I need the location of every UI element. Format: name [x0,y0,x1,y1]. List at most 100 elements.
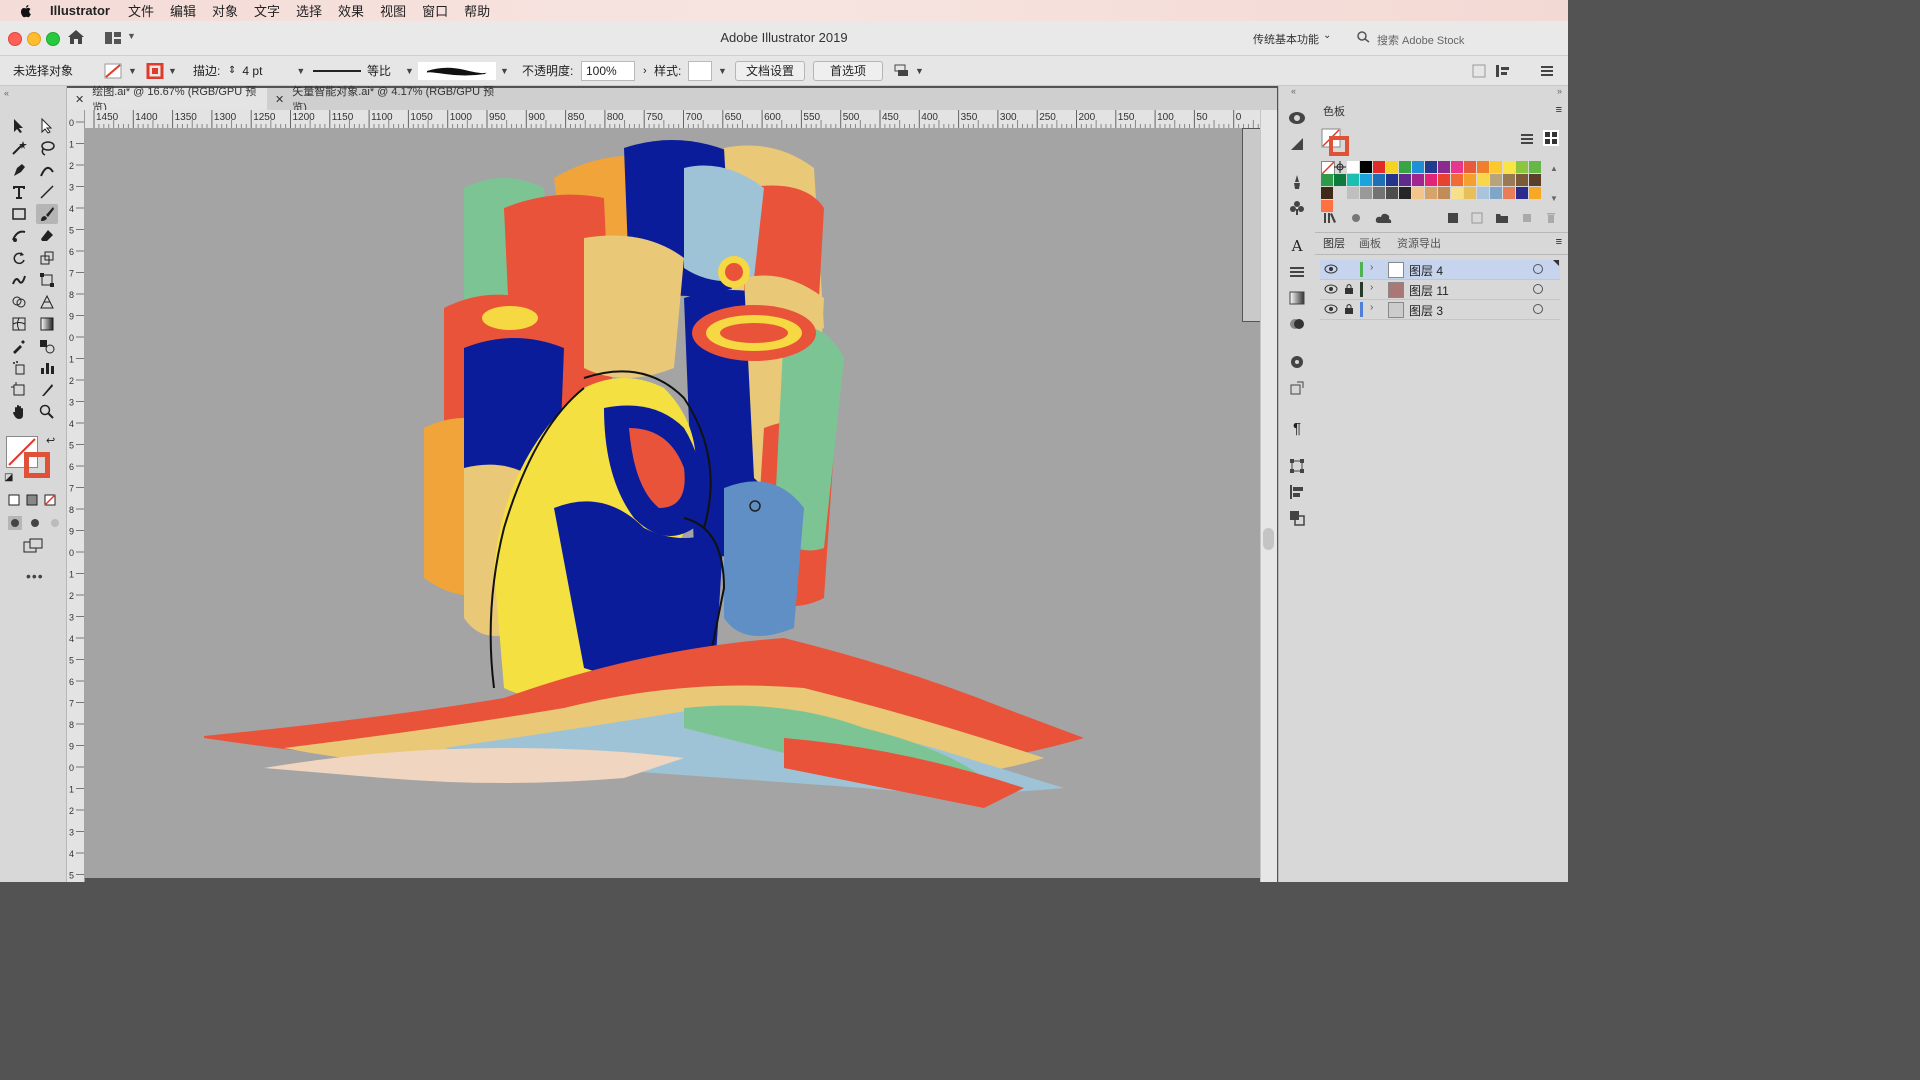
color-group-icon[interactable] [1471,212,1483,224]
color-guide-icon[interactable] [1287,352,1307,372]
rectangle-tool-icon[interactable] [8,204,30,224]
panel-menu-icon[interactable] [1540,65,1554,77]
collapse-icon[interactable]: « [1291,86,1296,96]
layer-name[interactable]: 图层 4 [1409,262,1443,279]
color-swatch[interactable] [1529,187,1541,199]
tab-asset-export[interactable]: 资源导出 [1397,232,1441,254]
default-fill-stroke-icon[interactable]: ◪ [4,472,13,483]
color-swatch[interactable] [1412,187,1424,199]
chevron-right-icon[interactable]: › [1370,262,1373,273]
color-swatch[interactable] [1425,161,1437,173]
chevron-right-icon[interactable]: › [1370,282,1373,293]
layer-name[interactable]: 图层 3 [1409,302,1443,319]
perspective-grid-tool-icon[interactable] [36,292,58,312]
color-swatch[interactable] [1516,174,1528,186]
stroke-box[interactable] [24,452,50,478]
menu-view[interactable]: 视图 [380,1,406,20]
color-swatch[interactable] [1399,174,1411,186]
tab-swatches[interactable]: 色板 [1323,100,1345,122]
paintbrush-tool-icon[interactable] [36,204,58,224]
menu-edit[interactable]: 编辑 [170,1,196,20]
layer-row[interactable]: › 图层 11 [1320,280,1560,300]
selection-tool-icon[interactable] [8,116,30,136]
color-swatch[interactable] [1464,187,1476,199]
brush-definition[interactable]: ▼ [418,56,509,85]
color-swatch[interactable] [1360,174,1372,186]
draw-behind-icon[interactable] [28,516,42,530]
color-swatch[interactable] [1451,187,1463,199]
color-swatch[interactable] [1425,174,1437,186]
transparency-icon[interactable] [1287,314,1307,334]
color-swatch[interactable] [1347,161,1359,173]
color-swatch[interactable] [1490,174,1502,186]
character-icon[interactable]: A [1287,236,1307,256]
color-swatch[interactable] [1347,174,1359,186]
more-tools-icon[interactable]: ••• [26,568,44,584]
color-swatch[interactable] [1399,161,1411,173]
vertical-ruler[interactable]: 0 1 2 3 4 5 6 7 8 9 0 1 2 3 4 5 6 7 8 9 0 1 2 3 4 5 6 7 8 9 0 1 2 3 4 5 [67,110,85,882]
type-tool-icon[interactable] [8,182,30,202]
chevron-down-icon[interactable]: ▼ [296,66,305,76]
direct-selection-tool-icon[interactable] [36,116,58,136]
color-swatch[interactable] [1360,187,1372,199]
color-swatch[interactable] [1334,174,1346,186]
menu-select[interactable]: 选择 [296,1,322,20]
scroll-up-icon[interactable]: ▲ [1550,164,1558,173]
color-swatch[interactable] [1516,161,1528,173]
gradient-icon[interactable] [26,494,38,506]
align-panel-icon[interactable] [1287,482,1307,502]
layer-target-icon[interactable] [1533,304,1543,314]
isolate-icon[interactable] [1472,64,1486,78]
color-swatch[interactable] [1321,174,1333,186]
list-view-icon[interactable] [1520,132,1534,146]
tab-drawing[interactable]: ✕ 绘图.ai* @ 16.67% (RGB/GPU 预览) [67,86,267,114]
color-swatch[interactable] [1490,187,1502,199]
artboard-canvas[interactable] [84,128,1260,878]
stroke-panel-icon[interactable] [1287,262,1307,282]
swatch-options-icon[interactable] [1447,212,1459,224]
lasso-tool-icon[interactable] [36,138,58,158]
curvature-tool-icon[interactable] [36,160,58,180]
eyedropper-tool-icon[interactable] [8,336,30,356]
pen-tool-icon[interactable] [8,160,30,180]
vertical-scrollbar[interactable] [1260,110,1277,882]
chevron-down-icon[interactable]: ▼ [915,66,924,76]
color-swatch[interactable] [1438,174,1450,186]
grid-view-icon[interactable] [1543,130,1559,146]
color-swatch[interactable] [1529,161,1541,173]
menu-window[interactable]: 窗口 [422,1,448,20]
app-menu[interactable]: Illustrator [50,3,110,18]
gradient-tool-icon[interactable] [36,314,58,334]
menu-help[interactable]: 帮助 [464,1,490,20]
lock-icon[interactable] [1344,283,1354,295]
color-swatch[interactable] [1321,187,1333,199]
brushes-icon[interactable] [1287,172,1307,192]
collapse-icon[interactable]: « [4,88,9,98]
color-swatch[interactable] [1464,161,1476,173]
chevron-right-icon[interactable]: › [1370,302,1373,313]
slice-tool-icon[interactable] [36,380,58,400]
visibility-eye-icon[interactable] [1324,264,1338,274]
shape-builder-tool-icon[interactable] [8,292,30,312]
layer-row[interactable]: › 图层 3 [1320,300,1560,320]
swatch-kind-icon[interactable] [1349,212,1363,224]
arrange-icon[interactable] [893,63,911,79]
eraser-tool-icon[interactable] [36,226,58,246]
layer-target-icon[interactable] [1533,284,1543,294]
chevron-down-icon[interactable]: ▼ [128,66,137,76]
transform-icon[interactable] [1287,456,1307,476]
stroke-swatch[interactable]: ▼ [146,56,177,85]
color-swatch[interactable] [1464,174,1476,186]
panel-menu-icon[interactable]: ≡ [1556,236,1562,248]
scale-tool-icon[interactable] [36,248,58,268]
expand-icon[interactable]: » [1557,86,1562,96]
tab-artboards[interactable]: 画板 [1359,232,1381,254]
export-icon[interactable] [1287,378,1307,398]
opacity-input[interactable]: 100% [581,60,635,81]
color-swatch[interactable] [1477,174,1489,186]
color-swatch[interactable] [1399,187,1411,199]
color-swatch[interactable] [1373,174,1385,186]
chevron-right-icon[interactable]: › [643,65,647,77]
color-swatch[interactable] [1477,161,1489,173]
chevron-down-icon[interactable]: ▼ [168,66,177,76]
